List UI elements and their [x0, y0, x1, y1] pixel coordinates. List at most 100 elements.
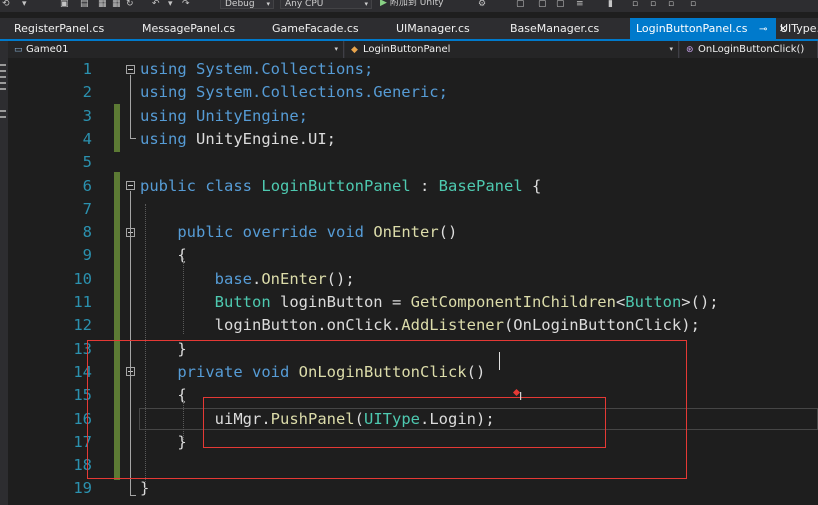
code-line[interactable]: using UnityEngine.UI; [140, 128, 336, 151]
tool-icon[interactable]: ▢ [538, 0, 547, 9]
mouse-ibeam-cursor: I [519, 390, 523, 403]
tool-icon[interactable]: ≡ [576, 0, 584, 9]
tab-uitype[interactable]: UIType. [776, 18, 818, 39]
tool-strip-mark[interactable] [0, 110, 6, 112]
code-token: public [177, 223, 234, 242]
tab-loginbuttonpanel[interactable]: LoginButtonPanel.cs ⊸ ✕ [630, 18, 787, 39]
tool-strip-mark[interactable] [0, 76, 6, 78]
code-token: { [140, 246, 187, 265]
tab-label: UIType. [780, 22, 818, 35]
code-line[interactable]: loginButton.onClick.AddListener(OnLoginB… [140, 314, 700, 337]
redo-icon[interactable]: ↻ [126, 0, 134, 9]
class-icon: ◆ [351, 45, 358, 55]
code-token: override [242, 223, 318, 242]
code-token: UnityEngine; [186, 106, 308, 125]
line-number: 15 [73, 386, 92, 405]
chevron-down-icon: ▾ [669, 45, 673, 53]
tab-basemanager[interactable]: BaseManager.cs [496, 18, 626, 39]
tab-label: RegisterPanel.cs [14, 22, 105, 35]
new-project-icon[interactable]: ▣ [60, 0, 69, 9]
line-number: 5 [82, 153, 92, 172]
tool-strip-mark[interactable] [0, 64, 6, 66]
code-line[interactable]: using UnityEngine; [140, 105, 308, 128]
code-line[interactable]: public class LoginButtonPanel : BasePane… [140, 175, 541, 198]
save-all-icon[interactable]: ▦ [112, 0, 121, 9]
redo-arrow-icon[interactable]: ↷ [182, 0, 190, 9]
back-icon[interactable]: ⟲ [2, 0, 10, 9]
left-tool-strip [0, 58, 8, 505]
undo-icon[interactable]: ↶ [152, 0, 160, 9]
line-number: 19 [73, 479, 92, 498]
code-line[interactable]: public override void OnEnter() [140, 221, 457, 244]
dropdown-arrow-icon[interactable]: ▾ [22, 0, 27, 9]
tab-messagepanel[interactable]: MessagePanel.cs [128, 18, 254, 39]
line-number: 6 [82, 176, 92, 195]
tab-label: GameFacade.cs [272, 22, 359, 35]
code-token: public [140, 176, 196, 195]
code-token: { [522, 176, 542, 195]
code-token: using [140, 106, 187, 125]
fold-end-mark [130, 495, 136, 496]
file-tabs: RegisterPanel.cs MessagePanel.cs GameFac… [0, 18, 818, 39]
attach-unity-button[interactable]: ▶ 附加到 Unity [380, 0, 443, 9]
code-token: loginButton = [270, 293, 411, 311]
toolbar: ⟲ ▾ ▣ ▤ ▦ ▦ ↻ ↶ ▾ ↷ Debug ▾ Any CPU ▾ ▶ 附… [0, 0, 818, 12]
class-dropdown[interactable]: ◆ LoginButtonPanel ▾ [345, 41, 679, 58]
code-line[interactable]: using System.Collections.Generic; [140, 81, 448, 104]
code-token: OnEnter [261, 269, 327, 288]
configuration-select[interactable]: Debug ▾ [220, 0, 274, 9]
line-number: 12 [73, 316, 92, 335]
tool-icon[interactable]: ▢ [516, 0, 525, 9]
method-icon: ⊛ [686, 45, 694, 55]
debug-tool-icon[interactable]: ⚙ [478, 0, 486, 9]
tool-icon[interactable]: ▫ [690, 0, 696, 9]
code-token: loginButton.onClick. [140, 316, 402, 335]
code-token: OnEnter [373, 223, 439, 242]
tab-uimanager[interactable]: UIManager.cs [382, 18, 494, 39]
tool-icon[interactable]: ▫ [632, 0, 638, 9]
change-indicator [114, 104, 120, 152]
bookmark-icon[interactable]: ▮ [608, 0, 613, 9]
dropdown-arrow-icon[interactable]: ▾ [168, 0, 173, 9]
code-token: using [140, 60, 187, 78]
tool-icon[interactable]: ▫ [668, 0, 674, 9]
code-token: BasePanel [438, 176, 523, 195]
collapse-icon[interactable] [126, 181, 135, 190]
code-line[interactable]: { [140, 244, 187, 267]
platform-select[interactable]: Any CPU ▾ [280, 0, 372, 9]
tab-gamefacade[interactable]: GameFacade.cs [258, 18, 378, 39]
save-icon[interactable]: ▦ [98, 0, 107, 9]
code-token: >(); [681, 293, 719, 311]
line-number: 14 [73, 362, 92, 381]
code-token: using [140, 129, 187, 148]
tab-registerpanel[interactable]: RegisterPanel.cs [0, 18, 124, 39]
code-token: . [251, 269, 262, 288]
tool-icon[interactable]: ▫ [650, 0, 656, 9]
line-number: 16 [73, 409, 92, 428]
tool-strip-mark[interactable] [0, 82, 6, 84]
collapse-icon[interactable] [126, 65, 135, 74]
line-number: 11 [73, 293, 92, 311]
pin-icon[interactable]: ⊸ [759, 24, 767, 35]
tool-icon[interactable]: ▢ [556, 0, 565, 9]
project-icon: ▭ [14, 45, 23, 55]
member-dropdown[interactable]: ⊛ OnLoginButtonClick() [680, 41, 818, 58]
tool-strip-mark[interactable] [0, 116, 6, 118]
tool-strip-mark[interactable] [0, 70, 6, 72]
project-dropdown[interactable]: ▭ Game01 ▾ [8, 41, 344, 58]
code-token: UnityEngine.UI; [186, 129, 336, 148]
code-line[interactable]: Button loginButton = GetComponentInChild… [140, 291, 719, 314]
code-token: (OnLoginButtonClick); [503, 316, 700, 335]
code-line[interactable]: using System.Collections; [140, 58, 373, 81]
member-name: OnLoginButtonClick() [698, 44, 805, 55]
line-number: 1 [82, 60, 92, 78]
tool-strip-mark[interactable] [0, 88, 6, 90]
chevron-down-icon: ▾ [364, 0, 368, 8]
code-line[interactable]: base.OnEnter(); [140, 268, 355, 291]
open-file-icon[interactable]: ▤ [80, 0, 89, 9]
